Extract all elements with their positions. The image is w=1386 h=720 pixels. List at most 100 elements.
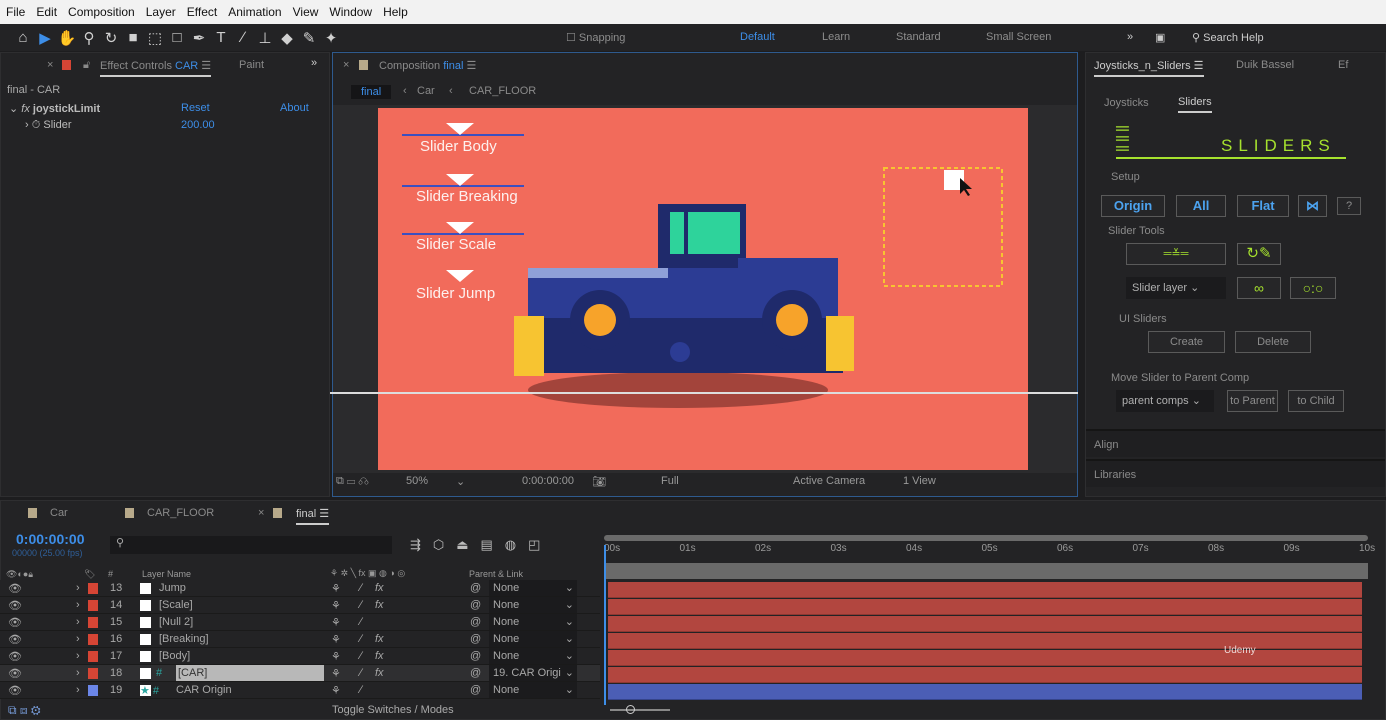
- hand-tool-icon[interactable]: ✋: [56, 29, 78, 47]
- eraser-tool-icon[interactable]: ◆: [276, 29, 298, 47]
- parent-select[interactable]: None ⌄: [489, 648, 577, 664]
- menu-composition[interactable]: Composition: [68, 5, 135, 19]
- stamp-tool-icon[interactable]: ⊥: [254, 29, 276, 47]
- menu-effect[interactable]: Effect: [187, 5, 217, 19]
- menu-animation[interactable]: Animation: [228, 5, 281, 19]
- breadcrumb-car[interactable]: Car: [417, 85, 435, 97]
- workspace-icon[interactable]: ▣: [1155, 31, 1165, 44]
- layer-row[interactable]: 👁︎ › 13 Jump ⚘ ∕ fx @ None ⌄: [0, 580, 600, 597]
- origin-button[interactable]: Origin: [1101, 195, 1165, 217]
- shy-icon[interactable]: ⚘: [331, 650, 341, 663]
- expand-chevron-icon[interactable]: ›: [76, 582, 80, 594]
- quality-icon[interactable]: ∕: [360, 667, 362, 679]
- zoom-tool-icon[interactable]: ⚲: [78, 29, 100, 47]
- canvas-label-slider-jump[interactable]: Slider Jump: [416, 285, 495, 302]
- time-navigator[interactable]: [604, 563, 1368, 579]
- shy-icon[interactable]: ⚘: [331, 684, 341, 697]
- work-area-bar[interactable]: [604, 535, 1368, 541]
- menu-layer[interactable]: Layer: [146, 5, 176, 19]
- menu-window[interactable]: Window: [329, 5, 372, 19]
- rotate-tool-icon[interactable]: ↻: [100, 29, 122, 47]
- label-color[interactable]: [88, 634, 98, 645]
- eye-icon[interactable]: 👁︎: [8, 582, 22, 595]
- fx-switch[interactable]: fx: [375, 650, 384, 662]
- about-link[interactable]: About: [280, 102, 309, 114]
- layer-name[interactable]: [Body]: [159, 650, 190, 662]
- layer-duration-bar[interactable]: [608, 684, 1362, 700]
- canvas-label-slider-body[interactable]: Slider Body: [420, 138, 497, 155]
- close-icon[interactable]: ×: [258, 507, 264, 519]
- parent-select[interactable]: None ⌄: [489, 580, 577, 596]
- eye-icon[interactable]: 👁︎: [8, 599, 22, 612]
- layer-name[interactable]: [Breaking]: [159, 633, 209, 645]
- unlink-button[interactable]: ○:○: [1290, 277, 1336, 299]
- layer-name[interactable]: [Null 2]: [159, 616, 193, 628]
- label-color[interactable]: [88, 617, 98, 628]
- tab-paint[interactable]: Paint: [239, 59, 264, 71]
- pickwhip-icon[interactable]: @: [470, 616, 481, 628]
- layer-duration-bar[interactable]: [608, 582, 1362, 598]
- pickwhip-icon[interactable]: @: [470, 684, 481, 696]
- pickwhip-icon[interactable]: @: [470, 599, 481, 611]
- shy-icon[interactable]: ⚘: [331, 616, 341, 629]
- parent-select[interactable]: None ⌄: [489, 597, 577, 613]
- camera-select[interactable]: Active Camera: [793, 475, 865, 487]
- playhead[interactable]: [604, 545, 606, 705]
- layer-duration-bar[interactable]: [608, 616, 1362, 632]
- subtab-joysticks[interactable]: Joysticks: [1104, 97, 1149, 109]
- timeline-footer-icons[interactable]: ⧉ ⧈ ⚙: [8, 703, 41, 718]
- puppet-tool-icon[interactable]: ✦: [320, 29, 342, 47]
- fx-switch[interactable]: fx: [375, 599, 384, 611]
- workspace-standard[interactable]: Standard: [896, 31, 941, 43]
- current-time[interactable]: 0:00:00:00: [522, 475, 574, 487]
- anchor-tool-icon[interactable]: ⬚: [144, 29, 166, 47]
- shy-icon[interactable]: ⚘: [331, 582, 341, 595]
- layer-row[interactable]: 👁︎ › 15 [Null 2] ⚘ ∕ @ None ⌄: [0, 614, 600, 631]
- label-color[interactable]: [88, 685, 98, 696]
- parent-select[interactable]: 19. CAR Origi ⌄: [489, 665, 577, 681]
- expand-chevron-icon[interactable]: ›: [76, 667, 80, 679]
- brush-tool-icon[interactable]: ∕: [232, 29, 254, 46]
- pen-tool-icon[interactable]: ✒: [188, 29, 210, 47]
- fx-switch[interactable]: fx: [375, 633, 384, 645]
- quality-icon[interactable]: ∕: [360, 633, 362, 645]
- tab-joysticks-n-sliders[interactable]: Joysticks_n_Sliders ☰: [1094, 59, 1204, 77]
- shy-icon[interactable]: ⚘: [331, 599, 341, 612]
- toggle-switches-modes[interactable]: Toggle Switches / Modes: [332, 704, 454, 716]
- label-color[interactable]: [88, 600, 98, 611]
- camera-tool-icon[interactable]: ■: [122, 29, 144, 46]
- eye-icon[interactable]: 👁︎: [8, 633, 22, 646]
- breadcrumb-final[interactable]: final: [351, 85, 392, 99]
- layer-row[interactable]: 👁︎ › 19 ★ # CAR Origin ⚘ ∕ @ None ⌄: [0, 682, 600, 699]
- tab-ef[interactable]: Ef: [1338, 59, 1348, 71]
- canvas-label-slider-scale[interactable]: Slider Scale: [416, 236, 496, 253]
- shy-icon[interactable]: ⚘: [331, 633, 341, 646]
- expand-chevron-icon[interactable]: ›: [76, 633, 80, 645]
- workspace-learn[interactable]: Learn: [822, 31, 850, 43]
- comp-canvas[interactable]: Slider Body Slider Breaking Slider Scale…: [378, 108, 1028, 470]
- help-button[interactable]: ?: [1337, 197, 1361, 215]
- snapping-checkbox[interactable]: ☐ Snapping: [566, 31, 625, 44]
- timeline-switch-icons[interactable]: ⇶⬡⏏▤◍◰: [410, 537, 552, 553]
- close-icon[interactable]: ×: [47, 59, 53, 71]
- quality-icon[interactable]: ∕: [360, 616, 362, 628]
- layer-name[interactable]: CAR Origin: [176, 684, 232, 696]
- layer-row[interactable]: 👁︎ › 18 # [CAR] ⚘ ∕ fx @ 19. CAR Origi ⌄: [0, 665, 600, 682]
- breadcrumb-car-floor[interactable]: CAR_FLOOR: [469, 85, 536, 97]
- layer-duration-bar[interactable]: [608, 599, 1362, 615]
- timeline-timecode[interactable]: 0:00:00:00: [16, 531, 85, 547]
- to-parent-button[interactable]: to Parent: [1227, 390, 1278, 412]
- tab-duik[interactable]: Duik Bassel: [1236, 59, 1294, 71]
- search-help-field[interactable]: ⚲ Search Help: [1192, 31, 1264, 44]
- rectangle-tool-icon[interactable]: □: [166, 29, 188, 46]
- reset-link[interactable]: Reset: [181, 102, 210, 114]
- libraries-panel[interactable]: Libraries: [1086, 459, 1385, 487]
- mirror-icon[interactable]: ⋈: [1298, 195, 1327, 217]
- quality-icon[interactable]: ∕: [360, 684, 362, 696]
- pickwhip-icon[interactable]: @: [470, 633, 481, 645]
- resolution-select[interactable]: Full: [661, 475, 679, 487]
- zoom-select[interactable]: 50%: [406, 475, 428, 487]
- label-color[interactable]: [88, 583, 98, 594]
- quality-icon[interactable]: ∕: [360, 599, 362, 611]
- eye-icon[interactable]: 👁︎: [8, 667, 22, 680]
